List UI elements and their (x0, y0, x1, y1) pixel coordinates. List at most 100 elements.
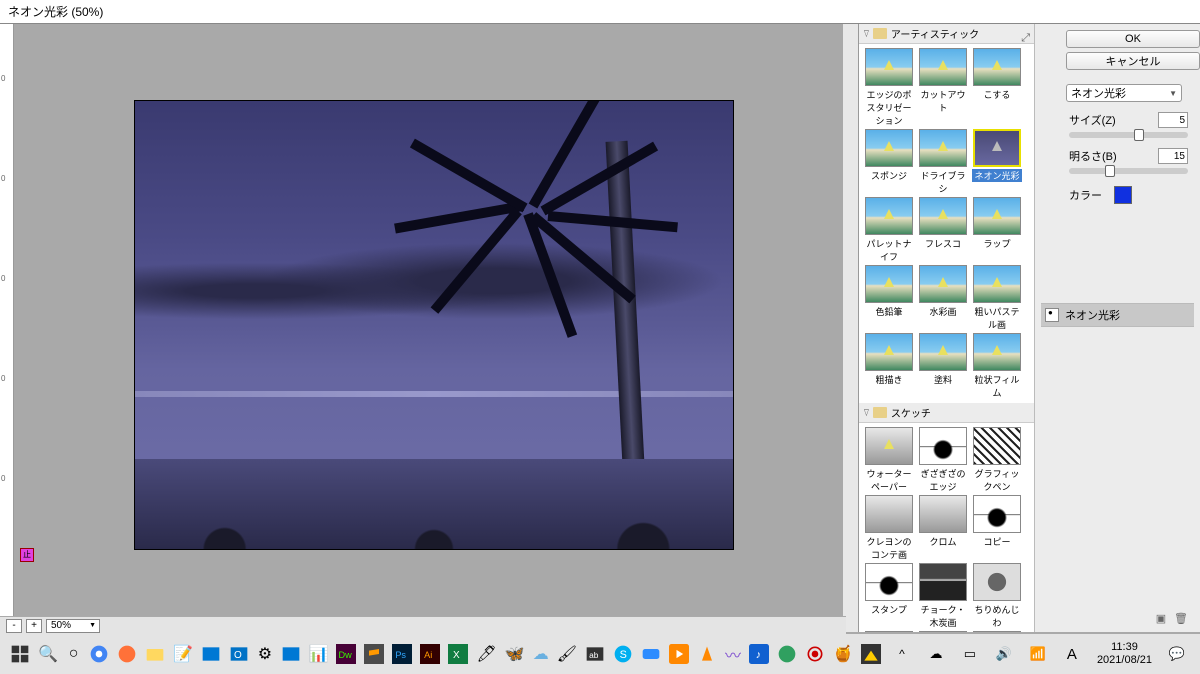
ime-a-icon[interactable]: A (1059, 641, 1085, 667)
folder-icon (873, 407, 887, 418)
firefox-icon[interactable] (117, 641, 137, 667)
filter-name: フレスコ (925, 239, 961, 249)
media-player-icon[interactable] (669, 641, 689, 667)
filter-item[interactable]: グラフィックペン (971, 427, 1023, 493)
app-icon-5[interactable]: 🍯 (833, 641, 853, 667)
filter-item[interactable]: ドライブラシ (917, 129, 969, 195)
filter-item[interactable]: 粗描き (863, 333, 915, 399)
delete-layer-icon[interactable]: 🗑 (1174, 612, 1188, 626)
cloud-icon[interactable]: ☁ (533, 641, 549, 667)
new-layer-icon[interactable]: ▣ (1154, 612, 1168, 626)
settings-icon[interactable]: ⚙ (257, 641, 272, 667)
filter-item[interactable]: ウォーターペーパー (863, 427, 915, 493)
zoom-toggle-icon[interactable]: ⤢ (1021, 32, 1030, 45)
windows-taskbar[interactable]: 🔍 ○ 📝 O ⚙ 📊 Dw Ps Ai X 🖊 🦋 ☁ 🖌 ab S 〰 ♪ … (0, 634, 1200, 674)
wifi-tray-icon[interactable]: 📶 (1025, 641, 1051, 667)
ok-button[interactable]: OK (1066, 30, 1200, 48)
vertical-ruler: 0 0 0 0 0 (0, 24, 14, 632)
battery-tray-icon[interactable]: ▭ (957, 641, 983, 667)
filter-item[interactable]: ハーフトーンパターン (917, 631, 969, 632)
app-icon-1[interactable]: 📊 (309, 641, 329, 667)
param-brightness-input[interactable] (1158, 148, 1188, 164)
filter-thumbnail (865, 48, 913, 86)
param-size-input[interactable] (1158, 112, 1188, 128)
notifications-icon[interactable]: 💬 (1164, 641, 1190, 667)
search-icon[interactable]: 🔍 (38, 641, 58, 667)
filter-thumbnail (865, 427, 913, 465)
zoom-in-button[interactable]: + (26, 619, 42, 633)
filter-item[interactable]: ラップ (971, 197, 1023, 263)
visibility-eye-icon[interactable] (1045, 308, 1059, 322)
zoom-level-select[interactable]: 50% ▼ (46, 619, 100, 633)
filter-name: 水彩画 (929, 307, 956, 317)
filter-options-panel: ⤢ OK キャンセル ネオン光彩 ▼ サイズ(Z) 明るさ(B) カラー ネオン… (1034, 24, 1200, 632)
filter-item[interactable]: プラスター (971, 631, 1023, 632)
photos-icon[interactable] (201, 641, 221, 667)
filter-select-dropdown[interactable]: ネオン光彩 ▼ (1066, 84, 1182, 102)
cancel-button[interactable]: キャンセル (1066, 52, 1200, 70)
effect-layer-item[interactable]: ネオン光彩 (1041, 304, 1194, 326)
filter-name: エッジのポスタリゼーション (866, 90, 911, 126)
filter-item[interactable]: ぎざぎざのエッジ (917, 427, 969, 493)
music-icon[interactable]: ♪ (749, 641, 769, 667)
vertical-scrollbar[interactable] (843, 24, 858, 632)
excel-icon[interactable]: X (448, 641, 468, 667)
filter-item[interactable]: ノート用紙 (863, 631, 915, 632)
filter-item[interactable]: クレヨンのコンテ画 (863, 495, 915, 561)
zoom-out-button[interactable]: - (6, 619, 22, 633)
start-button[interactable] (10, 641, 30, 667)
filter-thumbnail (973, 129, 1021, 167)
photoshop-icon[interactable]: Ps (392, 641, 412, 667)
tray-expand-icon[interactable]: ^ (889, 641, 915, 667)
volume-tray-icon[interactable]: 🔊 (991, 641, 1017, 667)
window-title: ネオン光彩 (50%) (0, 0, 1200, 24)
app-icon-6[interactable] (861, 641, 881, 667)
dreamweaver-icon[interactable]: Dw (336, 641, 356, 667)
notes-icon[interactable]: 📝 (173, 641, 193, 667)
filter-item[interactable]: クロム (917, 495, 969, 561)
param-brightness-label: 明るさ(B) (1069, 148, 1117, 164)
filter-item[interactable]: ちりめんじわ (971, 563, 1023, 629)
cortana-icon[interactable]: ○ (66, 641, 81, 667)
onedrive-tray-icon[interactable]: ☁ (923, 641, 949, 667)
app-icon-2[interactable]: 🖊 (476, 641, 496, 667)
zoom-icon[interactable] (641, 641, 661, 667)
filter-item[interactable]: パレットナイフ (863, 197, 915, 263)
filter-item[interactable]: こする (971, 48, 1023, 127)
filter-item[interactable]: チョーク・木炭画 (917, 563, 969, 629)
filter-item[interactable]: 塗料 (917, 333, 969, 399)
filter-item[interactable]: ネオン光彩 (971, 129, 1023, 195)
outlook-icon[interactable]: O (229, 641, 249, 667)
param-size-slider[interactable] (1069, 132, 1188, 138)
filter-item[interactable]: スポンジ (863, 129, 915, 195)
filter-item[interactable]: フレスコ (917, 197, 969, 263)
param-brightness-slider[interactable] (1069, 168, 1188, 174)
category-artistic[interactable]: ▽ アーティスティック (859, 24, 1034, 44)
taskbar-clock[interactable]: 11:39 2021/08/21 (1097, 641, 1152, 667)
filter-item[interactable]: 粒状フィルム (971, 333, 1023, 399)
filter-item[interactable]: 色鉛筆 (863, 265, 915, 331)
app-icon-4[interactable]: 〰 (725, 641, 741, 667)
filter-item[interactable]: 粗いパステル画 (971, 265, 1023, 331)
filter-item[interactable]: カットアウト (917, 48, 969, 127)
filter-item[interactable]: コピー (971, 495, 1023, 561)
skype-icon[interactable]: S (613, 641, 633, 667)
globe-icon[interactable] (777, 641, 797, 667)
chrome-icon[interactable] (89, 641, 109, 667)
explorer-icon[interactable] (145, 641, 165, 667)
app-icon-3[interactable]: ab (585, 641, 605, 667)
illustrator-icon[interactable]: Ai (420, 641, 440, 667)
filter-item[interactable]: エッジのポスタリゼーション (863, 48, 915, 127)
preview-canvas[interactable]: 止 (14, 24, 858, 632)
filter-item[interactable]: スタンプ (863, 563, 915, 629)
butterfly-icon[interactable]: 🦋 (505, 641, 525, 667)
sublime-icon[interactable] (364, 641, 384, 667)
vlc-icon[interactable] (697, 641, 717, 667)
terminal-icon[interactable] (281, 641, 301, 667)
filter-name: ネオン光彩 (972, 169, 1021, 182)
brush-icon[interactable]: 🖌 (557, 641, 577, 667)
record-icon[interactable] (805, 641, 825, 667)
color-swatch[interactable] (1114, 186, 1132, 204)
filter-item[interactable]: 水彩画 (917, 265, 969, 331)
category-sketch[interactable]: ▽ スケッチ (859, 403, 1034, 423)
